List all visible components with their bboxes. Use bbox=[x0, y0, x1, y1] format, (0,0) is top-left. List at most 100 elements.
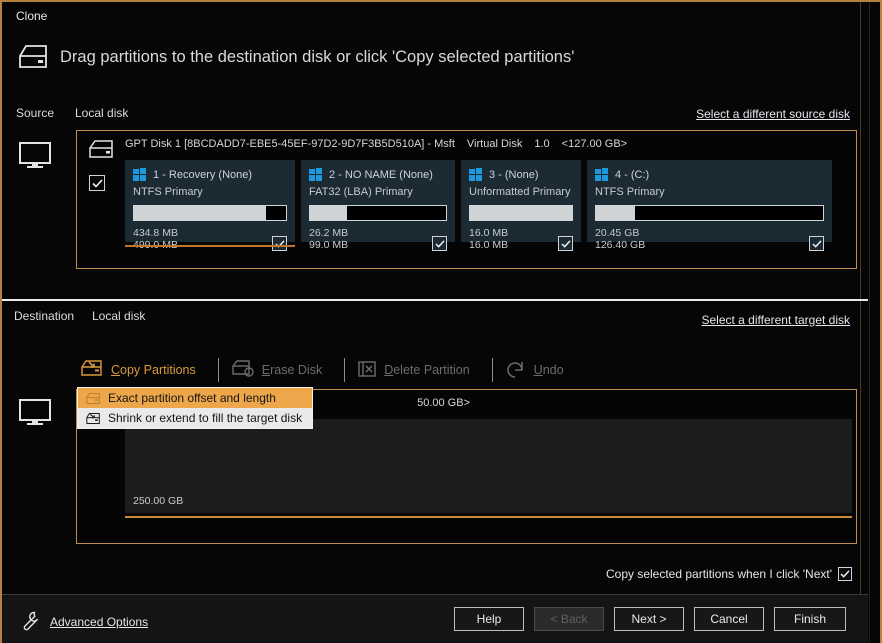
erase-disk-button[interactable]: Erase Disk bbox=[231, 358, 332, 382]
partition-2-fs: FAT32 (LBA) Primary bbox=[309, 186, 447, 198]
source-monitor-icon bbox=[18, 140, 52, 175]
source-disk-name: GPT Disk 1 [8BCDADD7-EBE5-45EF-97D2-9D7F… bbox=[125, 138, 455, 150]
partition-4-sizes: 20.45 GB 126.40 GB bbox=[595, 227, 645, 251]
undo-button[interactable]: Undo bbox=[505, 358, 574, 383]
partition-4-title: 4 - (C:) bbox=[615, 169, 649, 181]
destination-monitor-icon bbox=[18, 397, 52, 432]
partition-4-title-row: 4 - (C:) bbox=[595, 168, 824, 181]
section-divider bbox=[2, 299, 868, 301]
toolbar-separator bbox=[344, 358, 345, 382]
windows-flag-icon bbox=[469, 168, 482, 181]
toolbar-separator bbox=[492, 358, 493, 382]
source-partitions: 1 - Recovery (None) NTFS Primary 434.8 M… bbox=[125, 160, 832, 242]
partition-2-title: 2 - NO NAME (None) bbox=[329, 169, 433, 181]
dropdown-item-shrink-extend-label: Shrink or extend to fill the target disk bbox=[108, 411, 302, 425]
destination-disk-underline bbox=[125, 516, 852, 518]
dropdown-item-exact-offset[interactable]: Exact partition offset and length bbox=[78, 388, 312, 408]
destination-type-label: Local disk bbox=[92, 309, 145, 323]
advanced-options-button[interactable]: Advanced Options bbox=[20, 609, 148, 634]
advanced-options-label: Advanced Options bbox=[50, 615, 148, 629]
delete-partition-button[interactable]: Delete Partition bbox=[357, 359, 479, 382]
destination-disk-capacity: 50.00 GB> bbox=[417, 397, 470, 409]
partition-3-title-row: 3 - (None) bbox=[469, 168, 573, 181]
partition-3-usage-bar bbox=[469, 205, 573, 221]
windows-flag-icon bbox=[309, 168, 322, 181]
partition-2-total: 99.0 MB bbox=[309, 239, 348, 251]
partition-1-title: 1 - Recovery (None) bbox=[153, 169, 252, 181]
erase-disk-label: Erase Disk bbox=[262, 363, 322, 377]
undo-label: Undo bbox=[534, 363, 564, 377]
delete-partition-icon bbox=[357, 359, 377, 382]
partition-3-checkbox[interactable] bbox=[558, 236, 573, 251]
copy-partitions-icon bbox=[80, 358, 104, 382]
source-disk-panel: GPT Disk 1 [8BCDADD7-EBE5-45EF-97D2-9D7F… bbox=[76, 130, 857, 269]
windows-flag-icon bbox=[595, 168, 608, 181]
wrench-icon bbox=[20, 609, 42, 634]
partition-1[interactable]: 1 - Recovery (None) NTFS Primary 434.8 M… bbox=[125, 160, 295, 242]
dropdown-item-exact-offset-label: Exact partition offset and length bbox=[108, 391, 276, 405]
window-right-edge bbox=[860, 2, 882, 643]
undo-icon bbox=[505, 358, 527, 383]
partition-4-total: 126.40 GB bbox=[595, 239, 645, 251]
select-target-disk-link[interactable]: Select a different target disk bbox=[701, 313, 850, 327]
partition-2-sizes: 26.2 MB 99.0 MB bbox=[309, 227, 348, 251]
finish-button[interactable]: Finish bbox=[774, 607, 846, 631]
source-disk-version: 1.0 bbox=[534, 138, 549, 150]
partition-1-total: 499.0 MB bbox=[133, 239, 178, 251]
copy-partitions-dropdown: Exact partition offset and length Shrink… bbox=[77, 387, 313, 429]
source-type-label: Local disk bbox=[75, 106, 128, 120]
destination-disk-block[interactable]: 250.00 GB bbox=[125, 419, 852, 513]
next-button[interactable]: Next > bbox=[614, 607, 684, 631]
partition-3-sizes: 16.0 MB 16.0 MB bbox=[469, 227, 508, 251]
copy-on-next-checkbox[interactable] bbox=[838, 567, 852, 581]
partition-3[interactable]: 3 - (None) Unformatted Primary 16.0 MB 1… bbox=[461, 160, 581, 242]
cancel-button[interactable]: Cancel bbox=[694, 607, 764, 631]
partition-1-title-row: 1 - Recovery (None) bbox=[133, 168, 287, 181]
partition-1-fs: NTFS Primary bbox=[133, 186, 287, 198]
destination-toolbar: Copy Partitions Erase Disk D bbox=[80, 355, 582, 385]
footer: Advanced Options Help < Back Next > Canc… bbox=[2, 594, 868, 643]
erase-disk-icon bbox=[231, 358, 255, 382]
partition-3-used: 16.0 MB bbox=[469, 227, 508, 239]
delete-partition-label: Delete Partition bbox=[384, 363, 469, 377]
source-disk-header: GPT Disk 1 [8BCDADD7-EBE5-45EF-97D2-9D7F… bbox=[125, 138, 627, 150]
partition-1-usage-bar bbox=[133, 205, 287, 221]
partition-3-fs: Unformatted Primary bbox=[469, 186, 573, 198]
partition-1-used: 434.8 MB bbox=[133, 227, 178, 239]
window-title: Clone bbox=[16, 9, 47, 23]
source-disk-capacity: <127.00 GB> bbox=[562, 138, 627, 150]
partition-3-total: 16.0 MB bbox=[469, 239, 508, 251]
header: Drag partitions to the destination disk … bbox=[16, 42, 574, 72]
source-label: Source bbox=[16, 106, 54, 120]
partition-2-title-row: 2 - NO NAME (None) bbox=[309, 168, 447, 181]
partition-4-checkbox[interactable] bbox=[809, 236, 824, 251]
partition-4[interactable]: 4 - (C:) NTFS Primary 20.45 GB 126.40 GB bbox=[587, 160, 832, 242]
partition-1-sizes: 434.8 MB 499.0 MB bbox=[133, 227, 178, 251]
back-button: < Back bbox=[534, 607, 604, 631]
destination-label: Destination bbox=[14, 309, 74, 323]
source-disk-icon bbox=[87, 138, 115, 165]
partition-4-fs: NTFS Primary bbox=[595, 186, 824, 198]
select-source-disk-link[interactable]: Select a different source disk bbox=[696, 107, 850, 121]
source-disk-checkbox[interactable] bbox=[89, 175, 105, 191]
footer-buttons: Help < Back Next > Cancel Finish bbox=[454, 607, 846, 631]
copy-partitions-label: Copy Partitions bbox=[111, 363, 196, 377]
copy-on-next-row: Copy selected partitions when I click 'N… bbox=[606, 567, 852, 581]
partition-4-used: 20.45 GB bbox=[595, 227, 645, 239]
partition-2[interactable]: 2 - NO NAME (None) FAT32 (LBA) Primary 2… bbox=[301, 160, 455, 242]
header-title: Drag partitions to the destination disk … bbox=[60, 48, 574, 67]
source-disk-model: Virtual Disk bbox=[467, 138, 522, 150]
destination-disk-size: 250.00 GB bbox=[133, 495, 183, 507]
partition-2-usage-bar bbox=[309, 205, 447, 221]
partition-2-checkbox[interactable] bbox=[432, 236, 447, 251]
dropdown-item-shrink-extend[interactable]: Shrink or extend to fill the target disk bbox=[78, 408, 312, 428]
copy-partitions-button[interactable]: Copy Partitions bbox=[80, 358, 206, 382]
partition-1-checkbox[interactable] bbox=[272, 236, 287, 251]
exact-offset-icon bbox=[82, 389, 104, 407]
help-button[interactable]: Help bbox=[454, 607, 524, 631]
copy-on-next-label: Copy selected partitions when I click 'N… bbox=[606, 567, 832, 581]
toolbar-separator bbox=[218, 358, 219, 382]
windows-flag-icon bbox=[133, 168, 146, 181]
partition-2-used: 26.2 MB bbox=[309, 227, 348, 239]
clone-dialog: Clone Drag partitions to the destination… bbox=[0, 0, 882, 643]
